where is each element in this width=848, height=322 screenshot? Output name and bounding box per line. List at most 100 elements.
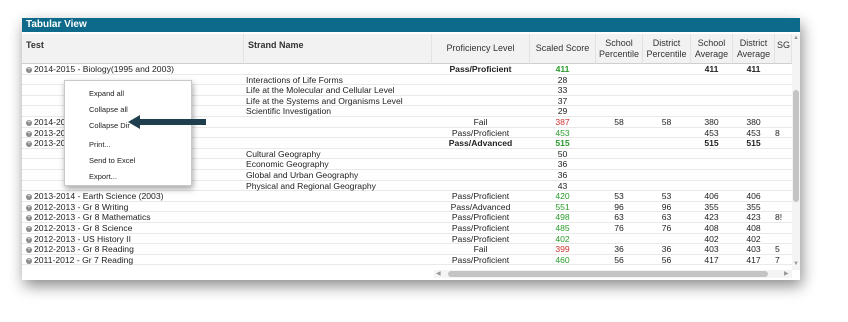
menu-item-print[interactable]: Print... [89,140,111,149]
header-strand[interactable]: Strand Name [244,34,432,64]
strand-cell [246,117,430,127]
menu-item-send-to-excel[interactable]: Send to Excel [89,156,135,165]
district-percentile-cell [643,170,690,180]
scaled-score-cell: 36 [530,170,595,180]
school-percentile-cell [596,149,642,159]
horizontal-scrollbar[interactable]: ◀ ▶ [434,270,792,278]
school-average-cell: 423 [691,212,732,222]
strand-cell: Physical and Regional Geography [246,181,430,191]
header-district-average[interactable]: District Average [733,34,775,64]
scroll-down-icon[interactable]: ▼ [793,261,799,267]
district-average-cell-text: 355 [746,201,761,212]
scroll-right-icon[interactable]: ▶ [784,270,789,277]
expand-icon[interactable]: + [26,130,32,137]
table-row[interactable]: +2011-2012 - Gr 7 Reading Pass/Proficient… [22,255,792,266]
school-percentile-cell [596,234,642,244]
header-test[interactable]: Test [22,34,244,64]
expand-icon[interactable]: + [26,215,32,222]
table-row[interactable]: +2012-2013 - Gr 8 Writing Pass/Advanced 55… [22,202,792,213]
proficiency-cell-text: Pass/Proficient [451,223,510,233]
vertical-scroll-thumb[interactable] [793,90,799,202]
district-average-cell-text: 453 [746,127,761,138]
proficiency-cell: Pass/Proficient [432,128,529,138]
expand-icon[interactable]: + [26,120,32,126]
expand-icon[interactable]: + [26,257,32,264]
table-row[interactable]: +2012-2013 - US History II Pass/Proficien… [22,234,792,245]
district-average-cell: 515 [733,138,774,148]
district-percentile-cell: 63 [643,212,690,222]
school-average-cell: 515 [691,138,732,148]
district-average-cell [733,149,774,159]
scaled-score-cell: 498 [530,212,595,222]
district-percentile-cell-text: 58 [661,117,672,127]
scaled-score-cell: 411 [530,64,595,74]
sg-cell-text: 7 [775,254,780,265]
district-average-cell: 355 [733,202,774,212]
school-average-cell: 402 [691,234,732,244]
school-average-cell-text: 423 [704,212,719,223]
proficiency-cell: Pass/Proficient [432,223,529,233]
header-school-percentile[interactable]: School Percentile [596,34,643,64]
pointer-arrow-icon [128,115,206,129]
proficiency-cell-text: Pass/Advanced [450,201,511,212]
scaled-score-cell: 37 [530,96,595,106]
scaled-score-cell-text: 515 [555,138,570,149]
scroll-left-icon[interactable]: ◀ [436,270,441,277]
context-menu: Expand all Collapse all Collapse Dir Pri… [64,80,192,186]
sg-cell [775,117,792,127]
scroll-up-icon[interactable]: ▲ [793,35,799,41]
header-sg[interactable]: SG [775,34,792,64]
district-percentile-cell-text: 96 [661,201,672,212]
school-percentile-cell-text: 56 [614,254,624,265]
proficiency-cell: Pass/Proficient [432,234,529,244]
sg-cell [775,234,792,244]
expand-icon[interactable]: + [26,204,32,211]
district-percentile-cell [643,159,690,169]
sg-cell: 8! [775,212,792,222]
table-row[interactable]: +2013-2014 - Earth Science (2003) Pass/Pr… [22,191,792,202]
school-average-cell-text: 453 [704,127,719,138]
expand-icon[interactable]: + [26,236,32,243]
vertical-scrollbar[interactable]: ▲ ▼ [792,34,800,270]
table-row[interactable]: +2012-2013 - Gr 8 Science Pass/Proficient… [22,223,792,234]
school-average-cell-text: 403 [704,244,719,255]
test-cell: +2014-2015 - Biology(1995 and 2003) [26,64,244,74]
menu-item-export[interactable]: Export... [89,172,117,181]
header-district-percentile[interactable]: District Percentile [643,34,691,64]
district-percentile-cell [643,75,690,85]
proficiency-cell: Fail [432,117,529,127]
header-proficiency[interactable]: Proficiency Level [432,34,530,64]
district-average-cell [733,85,774,95]
horizontal-scroll-thumb[interactable] [448,271,768,277]
header-scaled-score[interactable]: Scaled Score [530,34,596,64]
scaled-score-cell: 453 [530,128,595,138]
scaled-score-cell-text: 498 [555,212,570,223]
proficiency-cell-text: Pass/Proficient [449,64,512,74]
scaled-score-cell-text: 402 [555,233,570,244]
table-row[interactable]: +2012-2013 - Gr 8 Reading Fail 399 36 36 403 4… [22,244,792,255]
scaled-score-cell: 420 [530,191,595,201]
proficiency-cell: Pass/Advanced [432,138,529,148]
strand-cell-text: Life at the Systems and Organisms Level [246,95,403,106]
expand-icon[interactable]: + [26,247,32,254]
menu-item-collapse-all[interactable]: Collapse all [89,105,128,114]
test-cell-text: 2013-2014 - Earth Science (2003) [34,191,164,202]
strand-cell: Cultural Geography [246,149,430,159]
scaled-score-cell-text: 420 [555,191,570,202]
district-average-cell-text: 515 [746,138,761,149]
sg-cell [775,138,792,148]
test-cell: +2012-2013 - Gr 8 Science [26,223,244,233]
menu-item-collapse-dir[interactable]: Collapse Dir [89,121,130,130]
sg-cell [775,202,792,212]
sg-cell [775,85,792,95]
district-percentile-cell [643,96,690,106]
expand-icon[interactable]: + [26,67,32,73]
table-row[interactable]: +2014-2015 - Biology(1995 and 2003) Pass/… [22,64,792,75]
header-school-average[interactable]: School Average [691,34,733,64]
expand-icon[interactable]: + [26,226,32,232]
menu-item-expand-all[interactable]: Expand all [89,89,124,98]
expand-icon[interactable]: + [26,141,32,148]
district-percentile-cell-text: 63 [661,212,672,223]
expand-icon[interactable]: + [26,194,32,201]
table-row[interactable]: +2012-2013 - Gr 8 Mathematics Pass/Profic… [22,212,792,223]
